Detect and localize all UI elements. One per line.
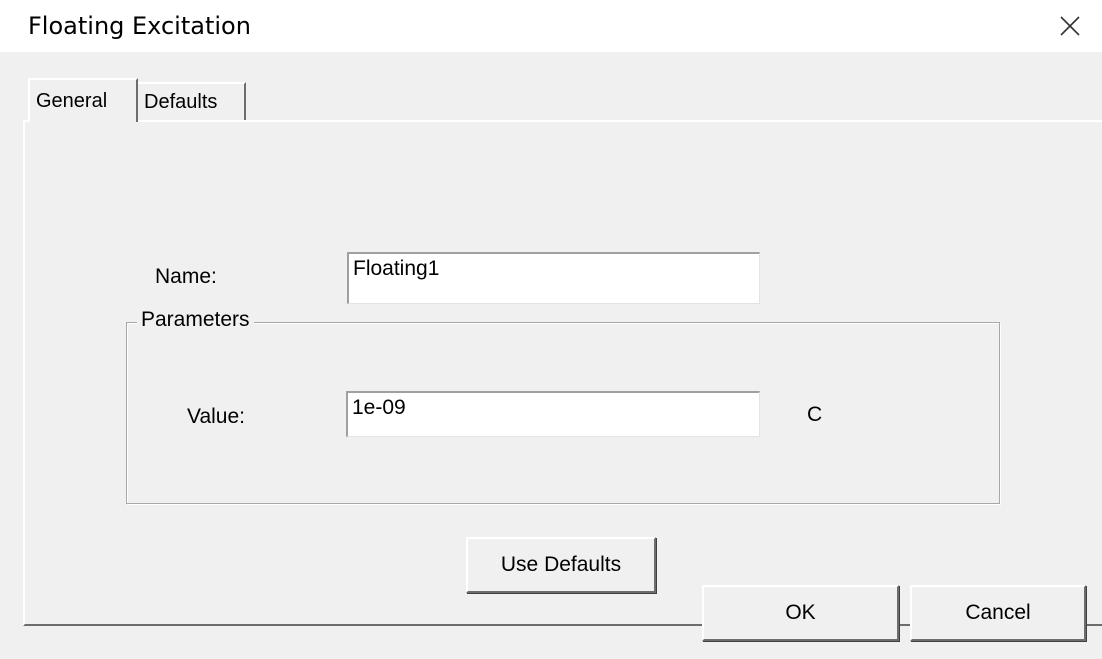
tab-general-label: General	[36, 89, 108, 112]
name-label: Name:	[155, 265, 217, 288]
use-defaults-button[interactable]: Use Defaults	[466, 537, 656, 593]
title-bar: Floating Excitation	[0, 0, 1102, 52]
tab-defaults-label: Defaults	[144, 90, 218, 113]
close-button[interactable]	[1052, 8, 1088, 44]
name-input[interactable]: Floating1	[347, 252, 760, 304]
tab-panel-general: Name: Floating1 Parameters Value: 1e-09 …	[23, 120, 1102, 626]
cancel-button[interactable]: Cancel	[910, 585, 1086, 641]
value-label: Value:	[187, 405, 245, 428]
tab-general[interactable]: General	[28, 78, 138, 122]
close-icon	[1060, 16, 1080, 36]
dialog-body: Name: Floating1 Parameters Value: 1e-09 …	[0, 52, 1102, 659]
parameters-group: Parameters Value: 1e-09 C	[126, 308, 1000, 504]
unit-label: C	[807, 403, 823, 426]
value-input[interactable]: 1e-09	[346, 391, 760, 437]
ok-button[interactable]: OK	[702, 585, 899, 641]
window-title: Floating Excitation	[28, 12, 251, 40]
parameters-legend: Parameters	[137, 308, 254, 332]
tab-defaults[interactable]: Defaults	[138, 82, 246, 120]
